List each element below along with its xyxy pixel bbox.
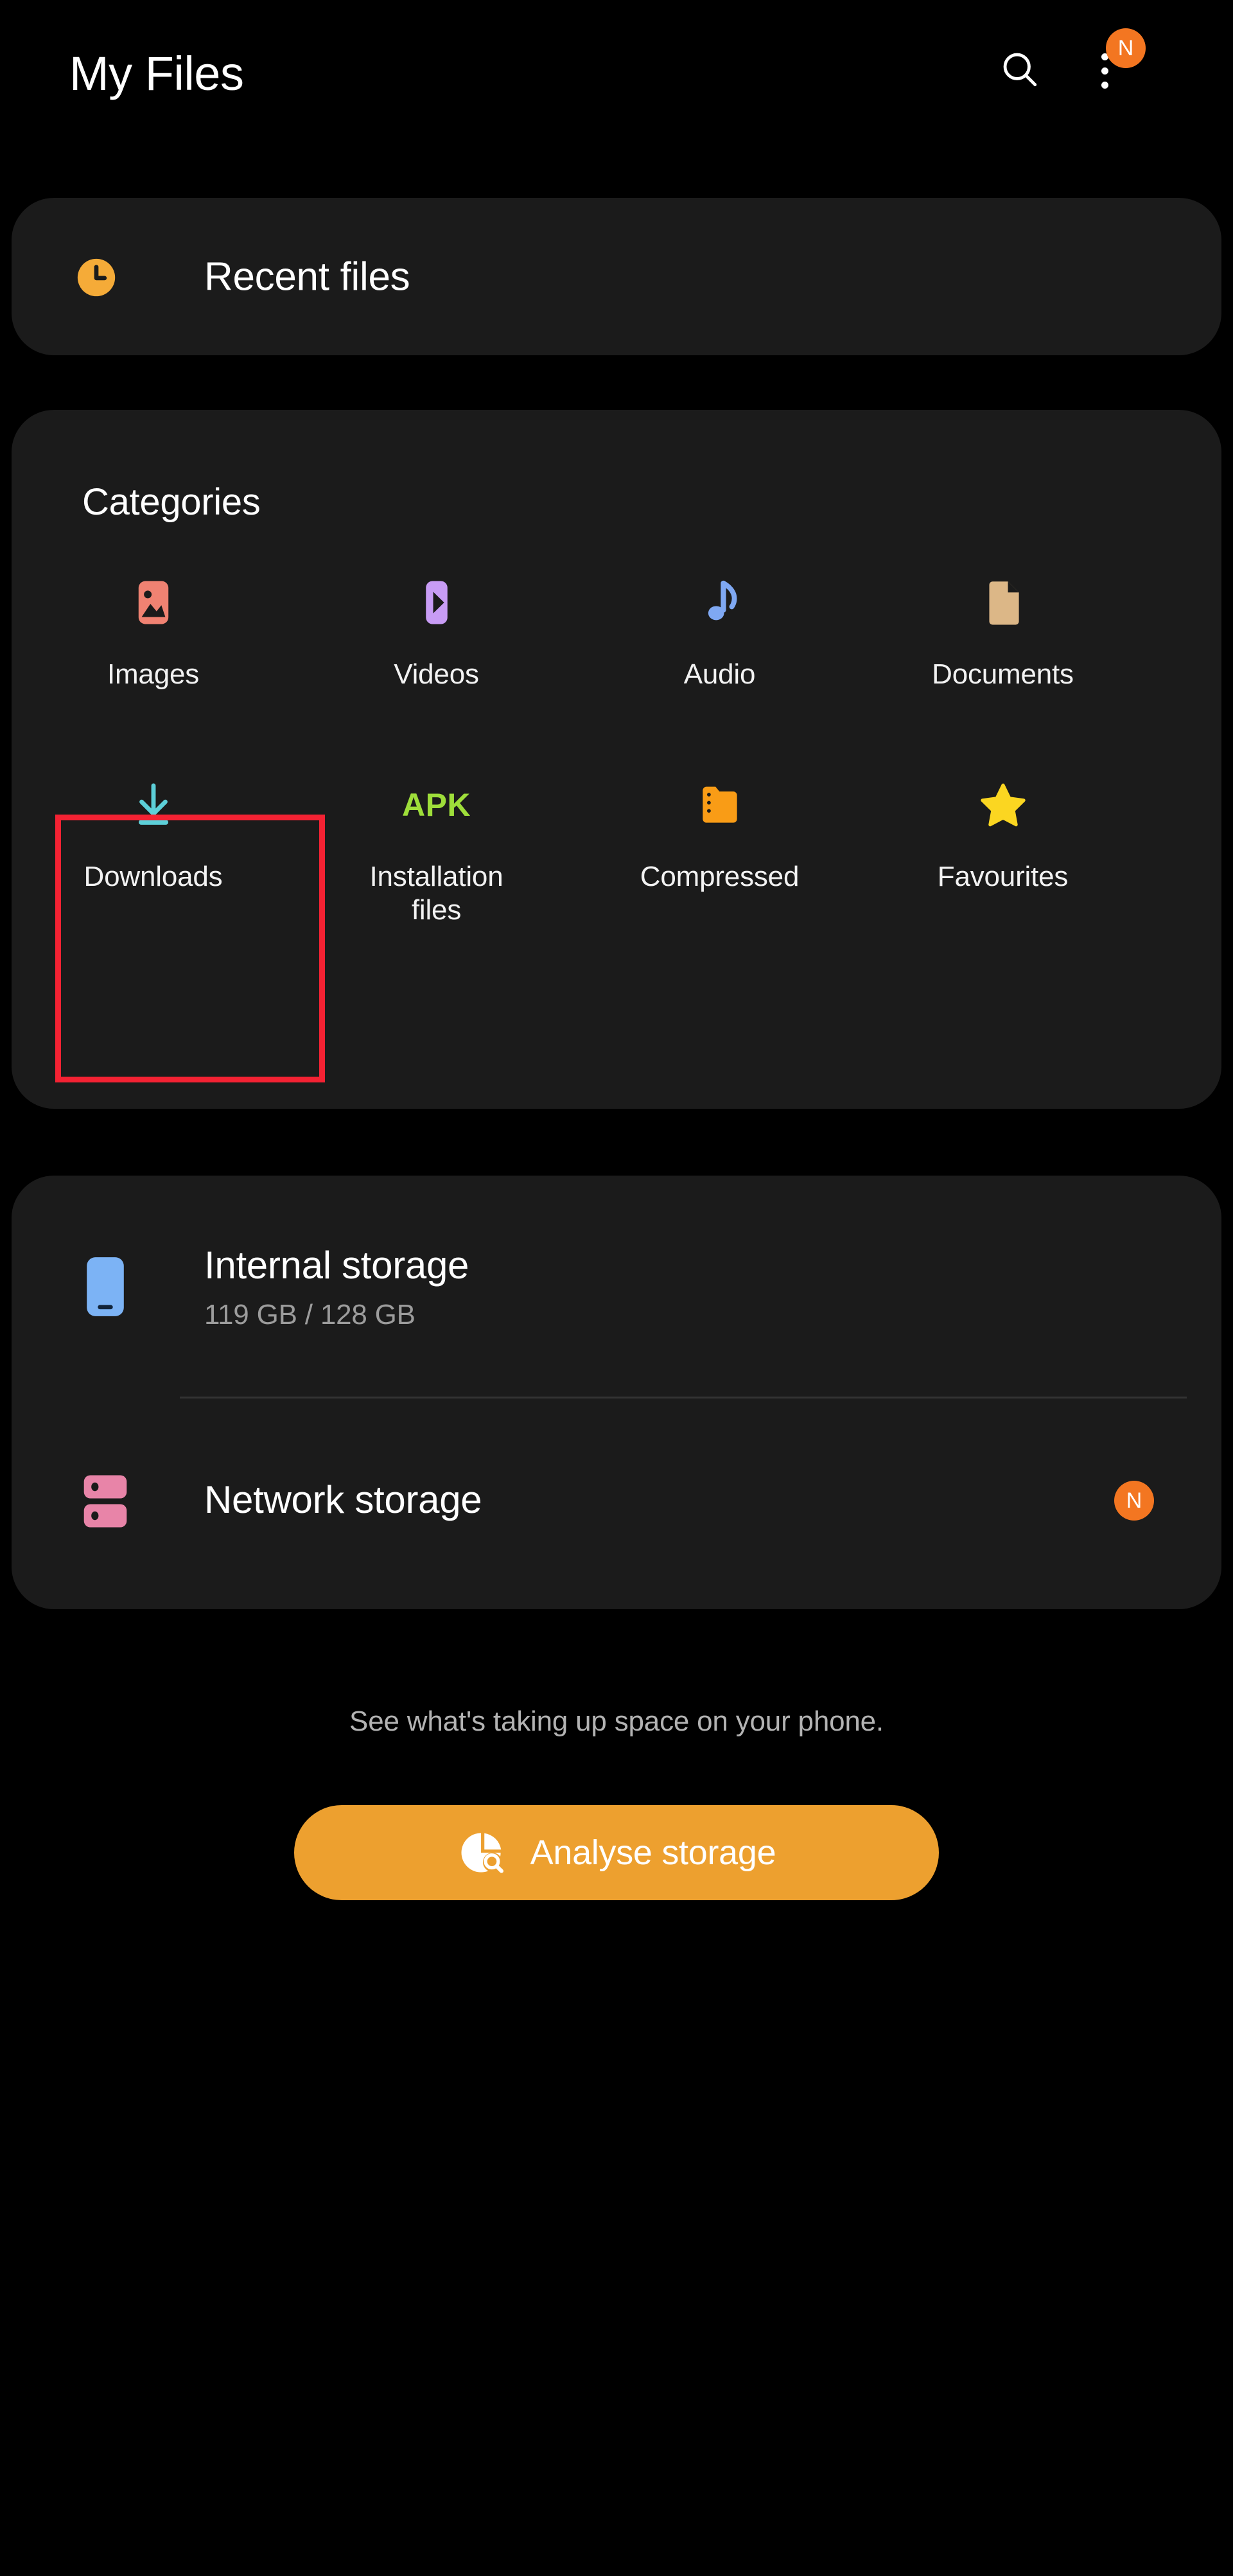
star-icon bbox=[970, 772, 1036, 838]
pie-chart-search-icon bbox=[457, 1828, 507, 1878]
category-label: Documents bbox=[932, 658, 1074, 690]
storage-internal-text: Internal storage 119 GB / 128 GB bbox=[204, 1244, 469, 1329]
recent-files-row[interactable]: Recent files bbox=[12, 198, 1221, 355]
storage-item-network[interactable]: Network storage N bbox=[12, 1398, 1221, 1609]
search-button[interactable] bbox=[986, 37, 1053, 104]
clock-icon bbox=[74, 255, 119, 300]
storage-network-text: Network storage bbox=[204, 1479, 482, 1521]
apk-icon: APK bbox=[401, 772, 471, 838]
more-vertical-icon bbox=[1101, 67, 1108, 75]
category-item-images[interactable]: Images bbox=[12, 569, 295, 691]
category-label: Images bbox=[107, 658, 200, 690]
categories-row: Downloads APK Installation files Compres… bbox=[12, 772, 1221, 927]
storage-title: Internal storage bbox=[204, 1244, 469, 1287]
document-icon bbox=[970, 569, 1036, 636]
download-icon bbox=[120, 772, 187, 838]
status-badge: N bbox=[1106, 28, 1146, 68]
category-item-compressed[interactable]: Compressed bbox=[578, 772, 861, 927]
analyse-storage-label: Analyse storage bbox=[530, 1833, 776, 1872]
category-label: Downloads bbox=[83, 860, 223, 892]
storage-title: Network storage bbox=[204, 1478, 482, 1521]
analyse-storage-button[interactable]: Analyse storage bbox=[294, 1805, 939, 1900]
storage-card: Internal storage 119 GB / 128 GB Network… bbox=[12, 1176, 1221, 1609]
analyse-storage-caption: See what's taking up space on your phone… bbox=[349, 1706, 884, 1737]
category-label: Compressed bbox=[640, 860, 800, 892]
categories-card: Categories Images Videos Audio Documents… bbox=[12, 410, 1221, 1109]
category-label: Videos bbox=[394, 658, 479, 690]
categories-title: Categories bbox=[82, 481, 261, 523]
server-icon bbox=[78, 1463, 133, 1540]
more-vertical-icon bbox=[1101, 81, 1108, 89]
music-note-icon bbox=[686, 569, 753, 636]
recent-files-card[interactable]: Recent files bbox=[12, 198, 1221, 355]
zip-folder-icon bbox=[686, 772, 753, 838]
video-play-icon bbox=[403, 569, 470, 636]
status-badge: N bbox=[1114, 1481, 1154, 1521]
category-label: Installation files bbox=[369, 860, 503, 926]
apk-label: APK bbox=[401, 786, 471, 823]
categories-row: Images Videos Audio Documents bbox=[12, 569, 1221, 691]
category-item-downloads[interactable]: Downloads bbox=[12, 772, 295, 927]
category-item-installation-files[interactable]: APK Installation files bbox=[295, 772, 578, 927]
storage-item-internal[interactable]: Internal storage 119 GB / 128 GB bbox=[12, 1176, 1221, 1398]
header-actions: N bbox=[963, 0, 1233, 148]
category-item-favourites[interactable]: Favourites bbox=[861, 772, 1144, 927]
page-title: My Files bbox=[69, 47, 244, 100]
categories-grid: Images Videos Audio Documents Downloads … bbox=[12, 569, 1221, 927]
category-label: Favourites bbox=[937, 860, 1069, 892]
category-item-videos[interactable]: Videos bbox=[295, 569, 578, 691]
app-header: My Files N bbox=[0, 0, 1233, 193]
recent-files-label: Recent files bbox=[204, 254, 410, 299]
phone-icon bbox=[78, 1248, 133, 1325]
storage-capacity: 119 GB / 128 GB bbox=[204, 1299, 415, 1330]
category-item-documents[interactable]: Documents bbox=[861, 569, 1144, 691]
category-item-audio[interactable]: Audio bbox=[578, 569, 861, 691]
search-icon bbox=[998, 48, 1042, 94]
image-icon bbox=[120, 569, 187, 636]
category-label: Audio bbox=[683, 658, 756, 690]
